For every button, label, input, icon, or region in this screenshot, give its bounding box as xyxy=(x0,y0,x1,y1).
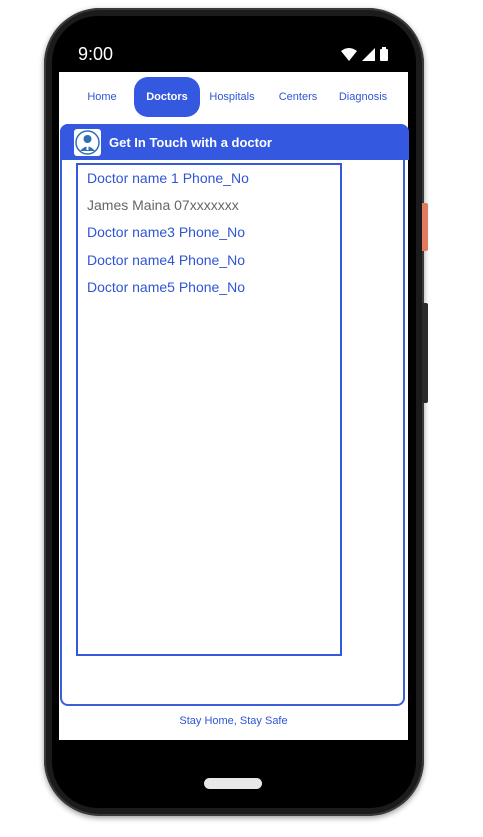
status-icons xyxy=(341,47,408,61)
wifi-icon xyxy=(341,47,357,61)
app-screen: Home Doctors Hospitals Centers Diagnosis… xyxy=(59,72,409,740)
contact-item[interactable]: Doctor name3 Phone_No xyxy=(87,224,245,240)
doctor-card: Get In Touch with a doctor Doctor name 1… xyxy=(60,124,409,706)
nav-centers[interactable]: Centers xyxy=(269,77,327,117)
contact-item[interactable]: James Maina 07xxxxxxx xyxy=(87,197,239,213)
doctor-icon xyxy=(75,129,100,155)
signal-icon xyxy=(362,47,375,61)
card-header: Get In Touch with a doctor xyxy=(60,124,409,160)
nav-hospitals[interactable]: Hospitals xyxy=(203,77,261,117)
home-indicator[interactable] xyxy=(204,778,262,789)
contact-list: Doctor name 1 Phone_No James Maina 07xxx… xyxy=(76,163,342,656)
contact-item[interactable]: Doctor name5 Phone_No xyxy=(87,279,245,295)
card-title: Get In Touch with a doctor xyxy=(109,134,272,150)
status-time: 9:00 xyxy=(78,43,114,64)
nav-home[interactable]: Home xyxy=(73,77,131,117)
doctor-avatar xyxy=(74,128,101,156)
contact-item[interactable]: Doctor name 1 Phone_No xyxy=(87,170,249,186)
volume-button xyxy=(422,303,428,403)
top-nav: Home Doctors Hospitals Centers Diagnosis xyxy=(59,77,408,117)
power-button xyxy=(422,203,428,251)
nav-diagnosis[interactable]: Diagnosis xyxy=(334,77,392,117)
footer-text: Stay Home, Stay Safe xyxy=(179,715,288,727)
battery-icon xyxy=(380,47,388,61)
contact-item[interactable]: Doctor name4 Phone_No xyxy=(87,252,245,268)
nav-doctors[interactable]: Doctors xyxy=(134,77,200,117)
status-bar: 9:00 xyxy=(60,36,408,72)
